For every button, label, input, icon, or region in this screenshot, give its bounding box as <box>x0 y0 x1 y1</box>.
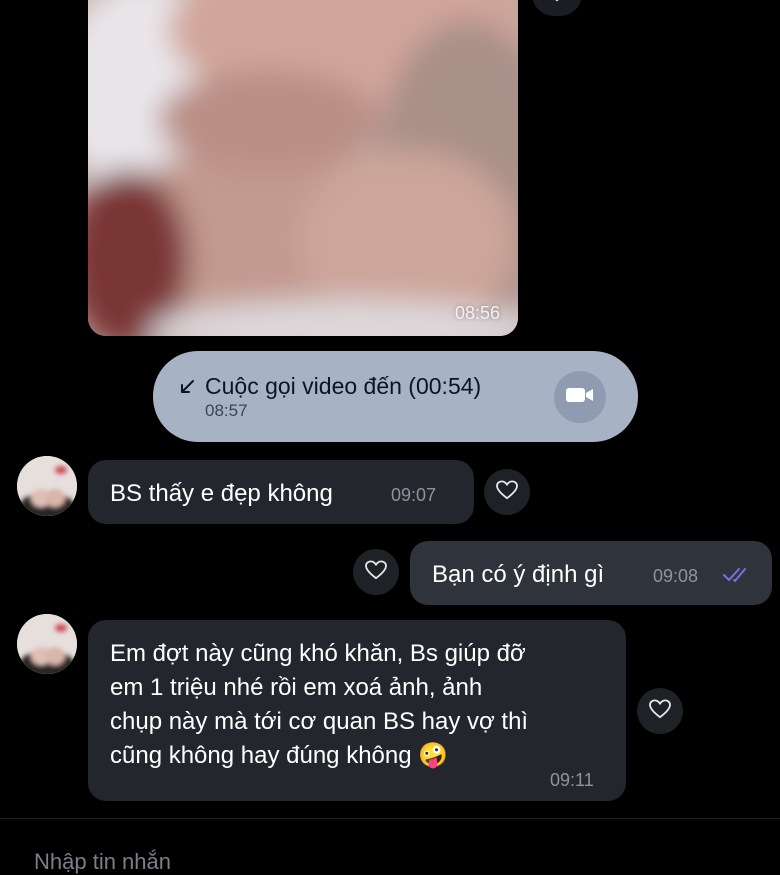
double-check-icon <box>723 566 753 589</box>
heart-icon <box>649 698 671 724</box>
message-text: Bạn có ý định gì <box>432 561 605 588</box>
call-timestamp: 08:57 <box>205 401 248 420</box>
message-timestamp: 09:08 <box>653 566 699 586</box>
message-timestamp: 09:07 <box>391 485 437 505</box>
message-line-last: cũng không hay đúng không 🤪 <box>110 739 528 773</box>
heart-icon <box>546 0 568 7</box>
react-button[interactable] <box>484 469 530 515</box>
call-label: Cuộc gọi video đến (00:54) <box>205 373 482 399</box>
message-line: Em đợt này cũng khó khăn, Bs giúp đỡ <box>110 640 526 667</box>
heart-icon <box>496 479 518 505</box>
message-bubble-incoming[interactable]: Em đợt này cũng khó khăn, Bs giúp đỡ em … <box>88 620 626 801</box>
message-timestamp: 09:11 <box>550 770 594 790</box>
video-call-button[interactable] <box>554 371 606 423</box>
avatar-image <box>17 456 77 516</box>
contact-avatar[interactable] <box>17 614 77 674</box>
react-button[interactable] <box>353 549 399 595</box>
avatar-image <box>17 614 77 674</box>
message-line: cũng không hay đúng không <box>110 742 412 769</box>
contact-avatar[interactable] <box>17 456 77 516</box>
message-text: BS thấy e đẹp không <box>110 480 333 507</box>
media-timestamp: 08:56 <box>454 303 500 323</box>
message-body: Em đợt này cũng khó khăn, Bs giúp đỡ em … <box>110 637 528 773</box>
message-line: em 1 triệu nhé rồi em xoá ảnh, ảnh <box>110 674 483 701</box>
arrow-down-left-icon <box>177 377 197 397</box>
message-bubble-outgoing[interactable]: Bạn có ý định gì 09:08 <box>410 541 772 605</box>
zany-face-emoji: 🤪 <box>418 742 449 769</box>
react-button[interactable] <box>637 688 683 734</box>
message-bubble-incoming[interactable]: BS thấy e đẹp không 09:07 <box>88 460 474 524</box>
react-button[interactable] <box>532 0 582 16</box>
message-line: chụp này mà tới cơ quan BS hay vợ thì <box>110 708 529 735</box>
video-camera-icon <box>565 385 595 410</box>
message-input-bar[interactable]: Nhập tin nhắn <box>0 818 780 874</box>
message-input-placeholder[interactable]: Nhập tin nhắn <box>34 849 171 875</box>
blurred-photo <box>88 0 518 336</box>
media-message[interactable]: 08:56 <box>88 0 518 336</box>
heart-icon <box>365 559 387 585</box>
video-call-message[interactable]: Cuộc gọi video đến (00:54) 08:57 <box>153 351 638 442</box>
